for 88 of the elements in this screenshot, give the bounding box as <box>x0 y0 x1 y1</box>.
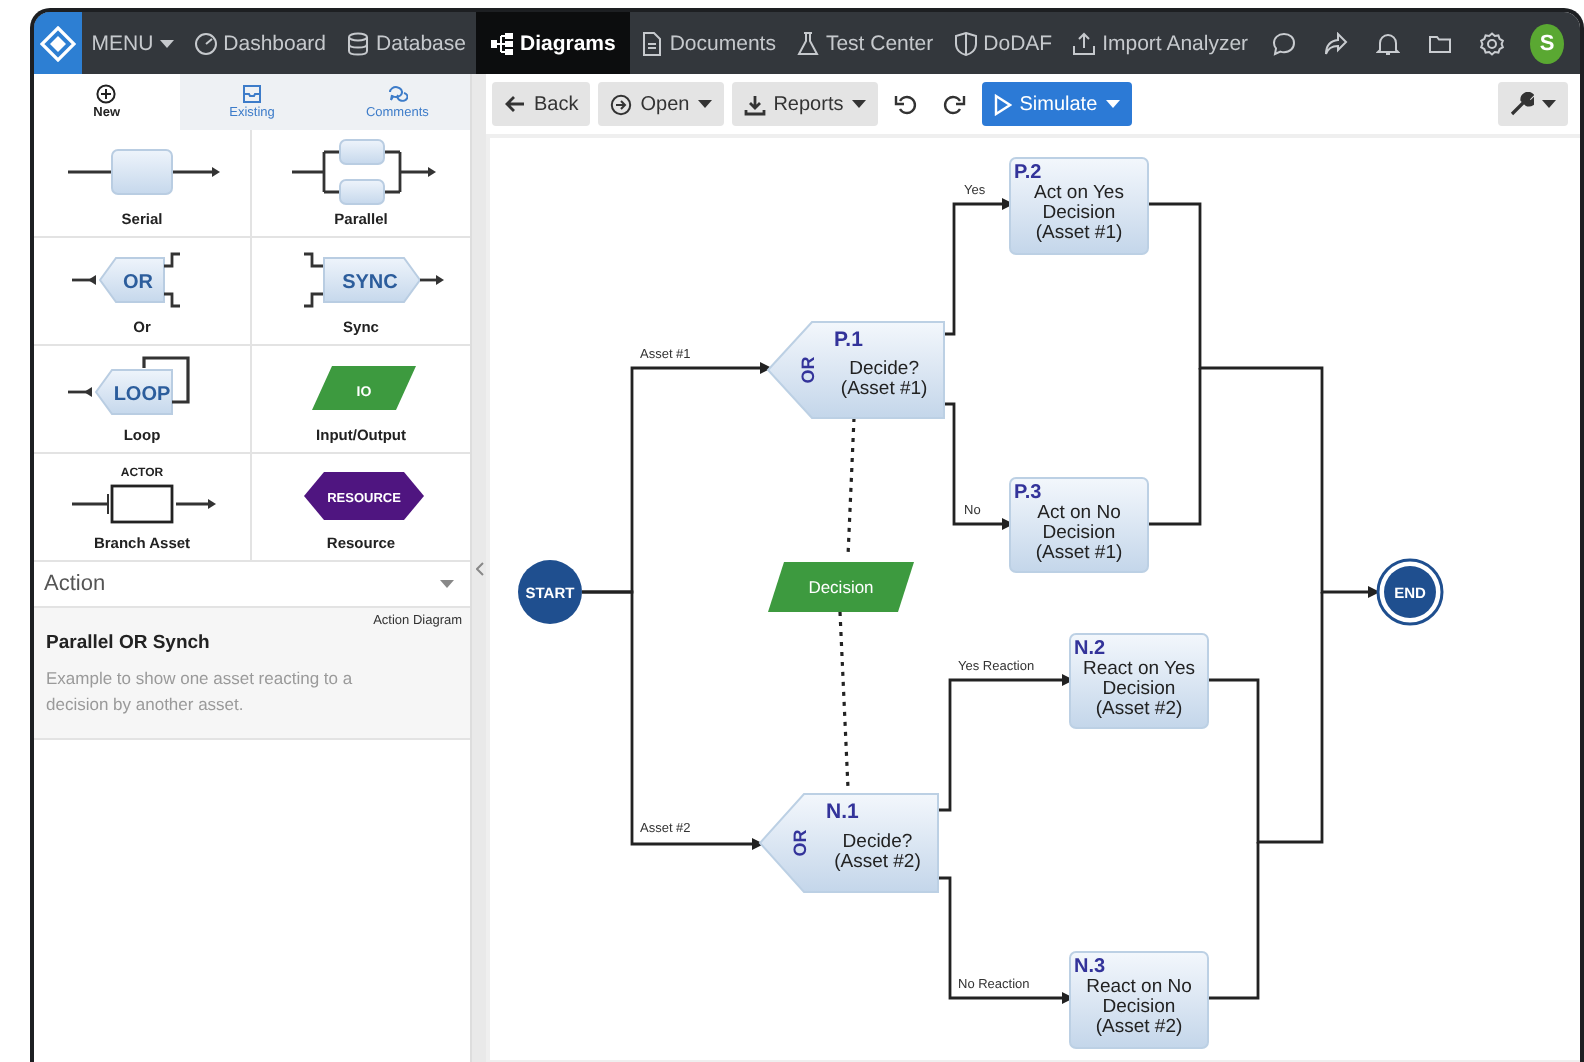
arrow-left-icon <box>504 94 526 114</box>
gauge-icon <box>193 31 218 55</box>
node-label: (Asset #2) <box>1095 1016 1183 1038</box>
caret-icon <box>697 100 712 108</box>
nav-link[interactable]: Test Center <box>785 12 944 74</box>
node-label: Decision <box>1102 678 1176 700</box>
task-node[interactable] <box>1009 157 1149 255</box>
node-label: Decide? <box>842 831 913 853</box>
node-label: (Asset #2) <box>1095 698 1183 720</box>
or-decision-node[interactable] <box>766 321 945 419</box>
database-icon <box>346 31 371 55</box>
node-label: React on Yes <box>1083 658 1195 680</box>
connector-line <box>938 876 1074 1004</box>
example-title: Parallel OR Synch <box>46 632 212 654</box>
caret-icon <box>851 100 866 108</box>
app-logo[interactable] <box>34 12 82 74</box>
comments-icon <box>387 84 408 104</box>
io-node[interactable] <box>768 562 914 612</box>
node-label: (Asset #1) <box>840 378 928 400</box>
node-label: (Asset #2) <box>834 851 921 873</box>
node-label: Decision <box>1102 996 1176 1018</box>
or-decision-node[interactable] <box>758 793 939 893</box>
nav-link[interactable]: Diagrams <box>475 12 630 74</box>
node-id: N.3 <box>1074 956 1106 978</box>
caret-icon <box>440 580 455 588</box>
plus-circle-icon <box>96 84 117 104</box>
upload-tray-icon <box>1072 31 1097 55</box>
caret-icon <box>159 39 174 47</box>
connector-line <box>944 198 1014 336</box>
arrow-circle-icon <box>610 93 633 115</box>
node-label: Act on Yes <box>1034 182 1124 204</box>
bell-icon[interactable] <box>1376 31 1401 55</box>
diamond-logo-icon <box>39 25 76 61</box>
nav-link[interactable]: Documents <box>629 12 786 74</box>
wrench-icon <box>1510 92 1534 116</box>
gate-label: OR <box>790 829 810 857</box>
node-label: (Asset #1) <box>1035 222 1123 244</box>
shield-icon <box>953 31 978 55</box>
task-node[interactable] <box>1009 477 1149 573</box>
redo-icon <box>941 92 966 116</box>
connector-line <box>944 402 1014 530</box>
node-label: React on No <box>1086 976 1192 998</box>
folder-icon[interactable] <box>1428 31 1453 55</box>
nav-link[interactable]: Dashboard <box>183 12 337 74</box>
caret-icon <box>1105 100 1120 108</box>
reports-button[interactable]: Reports <box>731 82 878 126</box>
node-label: Decision <box>1042 522 1116 544</box>
chat-icon[interactable] <box>1272 31 1297 55</box>
start-node[interactable] <box>518 560 582 624</box>
inbox-icon <box>242 84 262 104</box>
node-id: P.2 <box>1014 162 1042 184</box>
open-button[interactable]: Open <box>598 82 724 126</box>
task-node[interactable] <box>1069 951 1209 1049</box>
settings-icon[interactable] <box>1480 31 1505 55</box>
task-node[interactable] <box>1069 633 1209 729</box>
node-label: Act on No <box>1037 502 1121 524</box>
document-icon <box>639 31 664 55</box>
node-label: Decide? <box>849 358 919 380</box>
nav-link[interactable]: Import Analyzer <box>1062 12 1259 74</box>
tools-button[interactable] <box>1498 82 1568 126</box>
menu-button[interactable]: MENU <box>81 12 184 74</box>
node-id: N.2 <box>1074 638 1106 660</box>
shape-label: SYNC <box>341 272 397 294</box>
download-icon <box>743 93 766 115</box>
share-icon[interactable] <box>1324 31 1349 55</box>
connector-line <box>938 674 1074 812</box>
connector-line <box>846 417 856 557</box>
back-button[interactable]: Back <box>492 82 591 126</box>
node-id: N.1 <box>826 800 859 824</box>
hierarchy-icon <box>489 31 514 55</box>
play-icon <box>993 93 1012 115</box>
node-label: (Asset #1) <box>1035 542 1123 564</box>
collapse-chevron-icon[interactable] <box>475 561 484 575</box>
nav-link[interactable]: DoDAF <box>943 12 1063 74</box>
example-description: Example to show one asset reacting to a decision by another asset. <box>46 666 355 719</box>
nav-link[interactable]: Database <box>336 12 476 74</box>
gate-label: OR <box>798 356 818 384</box>
node-label: Decision <box>808 577 874 597</box>
shape-label: OR <box>123 272 153 294</box>
node-id: P.3 <box>1014 482 1042 504</box>
node-label: Decision <box>1042 202 1116 224</box>
end-node[interactable] <box>1376 558 1444 626</box>
caret-icon <box>1542 100 1556 108</box>
simulate-button[interactable]: Simulate <box>981 82 1132 126</box>
shape-label: LOOP <box>113 384 171 406</box>
node-id: P.1 <box>834 328 863 352</box>
undo-icon <box>893 92 918 116</box>
flask-icon <box>795 31 820 55</box>
